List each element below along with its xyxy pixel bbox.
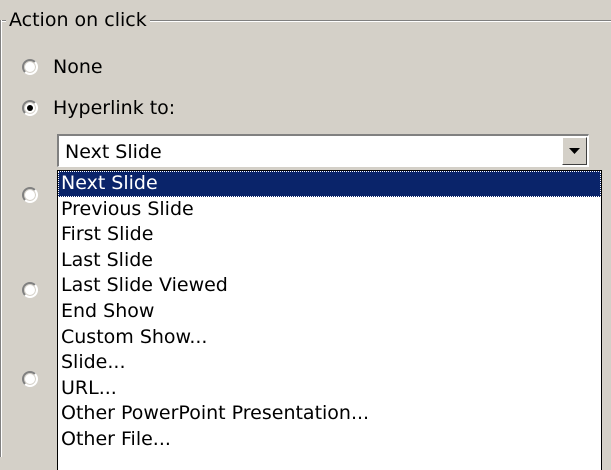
radio-none-button[interactable] (22, 59, 38, 75)
dropdown-item-end-show[interactable]: End Show (58, 299, 601, 325)
dropdown-item-previous-slide[interactable]: Previous Slide (58, 197, 601, 223)
radio-hyperlink-to[interactable]: Hyperlink to: (22, 96, 175, 120)
dropdown-item-custom-show[interactable]: Custom Show... (58, 325, 601, 351)
radio-none-label[interactable]: None (53, 56, 103, 78)
dropdown-item-first-slide[interactable]: First Slide (58, 222, 601, 248)
dropdown-item-last-slide-viewed[interactable]: Last Slide Viewed (58, 273, 601, 299)
combobox-value[interactable]: Next Slide (65, 139, 162, 165)
dropdown-item-last-slide[interactable]: Last Slide (58, 248, 601, 274)
groupbox-border-left (0, 20, 2, 457)
hyperlink-target-dropdown-list[interactable]: Next Slide Previous Slide First Slide La… (57, 170, 602, 470)
dropdown-item-url[interactable]: URL... (58, 376, 601, 402)
dropdown-item-slide[interactable]: Slide... (58, 350, 601, 376)
dropdown-item-next-slide[interactable]: Next Slide (58, 171, 601, 197)
dropdown-arrow-icon (569, 148, 580, 154)
radio-option-3[interactable] (22, 183, 38, 207)
dropdown-arrow-button[interactable] (562, 137, 587, 165)
hyperlink-target-combobox[interactable]: Next Slide (57, 134, 589, 167)
radio-option-5-button[interactable] (22, 371, 38, 387)
radio-option-4-button[interactable] (22, 282, 38, 298)
dropdown-item-other-file[interactable]: Other File... (58, 427, 601, 453)
radio-option-4[interactable] (22, 278, 38, 302)
radio-none[interactable]: None (22, 55, 103, 79)
radio-option-3-button[interactable] (22, 187, 38, 203)
radio-hyperlink-to-button[interactable] (22, 100, 38, 116)
radio-hyperlink-to-label[interactable]: Hyperlink to: (53, 97, 175, 119)
groupbox-title: Action on click (6, 6, 150, 34)
radio-option-5[interactable] (22, 367, 38, 391)
dropdown-item-other-powerpoint-presentation[interactable]: Other PowerPoint Presentation... (58, 401, 601, 427)
